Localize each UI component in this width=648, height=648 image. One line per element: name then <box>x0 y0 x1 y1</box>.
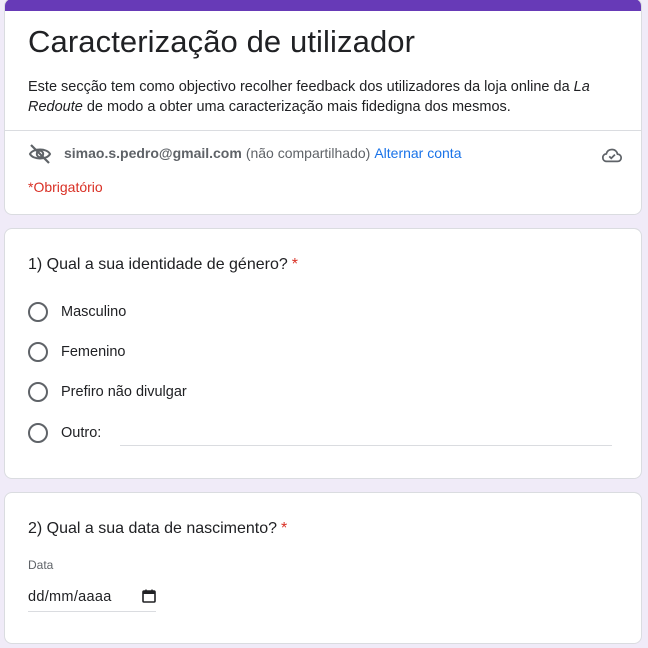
description-text: Este secção tem como objectivo recolher … <box>28 79 574 95</box>
option-label: Femenino <box>61 344 126 360</box>
calendar-icon[interactable] <box>142 589 156 603</box>
eye-off-icon <box>28 144 52 164</box>
option-label: Outro: <box>61 425 102 441</box>
question-title: 2) Qual a sua data de nascimento? * <box>28 517 287 541</box>
required-asterisk: * <box>281 520 288 537</box>
question-text: 1) Qual a sua identidade de género? <box>28 256 288 273</box>
question-card-gender: 1) Qual a sua identidade de género? * Mas… <box>4 228 642 479</box>
question-text: 2) Qual a sua data de nascimento? <box>28 520 278 537</box>
radio-button[interactable] <box>28 302 48 322</box>
form-header-card: Caracterização de utilizador Este secção… <box>4 0 642 215</box>
form-title: Caracterização de utilizador <box>28 24 416 59</box>
cloud-check-icon[interactable] <box>601 144 623 166</box>
option-label: Masculino <box>61 304 127 320</box>
date-placeholder: dd/mm/aaaa <box>28 589 112 605</box>
radio-button[interactable] <box>28 382 48 402</box>
account-email: simao.s.pedro@gmail.com <box>64 145 242 161</box>
radio-option-femenino[interactable]: Femenino <box>28 342 618 366</box>
radio-button[interactable] <box>28 342 48 362</box>
radio-option-outro[interactable]: Outro: <box>28 423 618 447</box>
header-divider <box>5 130 641 131</box>
date-caption: Data <box>28 558 54 572</box>
question-card-birthdate: 2) Qual a sua data de nascimento? * Data … <box>4 492 642 644</box>
radio-option-masculino[interactable]: Masculino <box>28 302 618 326</box>
account-row: simao.s.pedro@gmail.com (não compartilhad… <box>28 144 623 164</box>
option-label: Prefiro não divulgar <box>61 384 187 400</box>
radio-option-prefiro-nao-divulgar[interactable]: Prefiro não divulgar <box>28 382 618 406</box>
date-input[interactable]: dd/mm/aaaa <box>28 587 156 612</box>
radio-button[interactable] <box>28 423 48 443</box>
question-title: 1) Qual a sua identidade de género? * <box>28 253 298 277</box>
form-description: Este secção tem como objectivo recolher … <box>28 77 618 117</box>
account-info: simao.s.pedro@gmail.com (não compartilhad… <box>64 145 462 161</box>
header-accent-stripe <box>5 0 641 11</box>
required-note: *Obrigatório <box>28 179 103 195</box>
description-text-end: de modo a obter uma caracterização mais … <box>82 99 511 115</box>
switch-account-link[interactable]: Alternar conta <box>374 145 461 161</box>
required-asterisk: * <box>291 256 298 273</box>
account-shared-status: (não compartilhado) <box>245 145 371 161</box>
other-text-input[interactable] <box>120 445 612 446</box>
